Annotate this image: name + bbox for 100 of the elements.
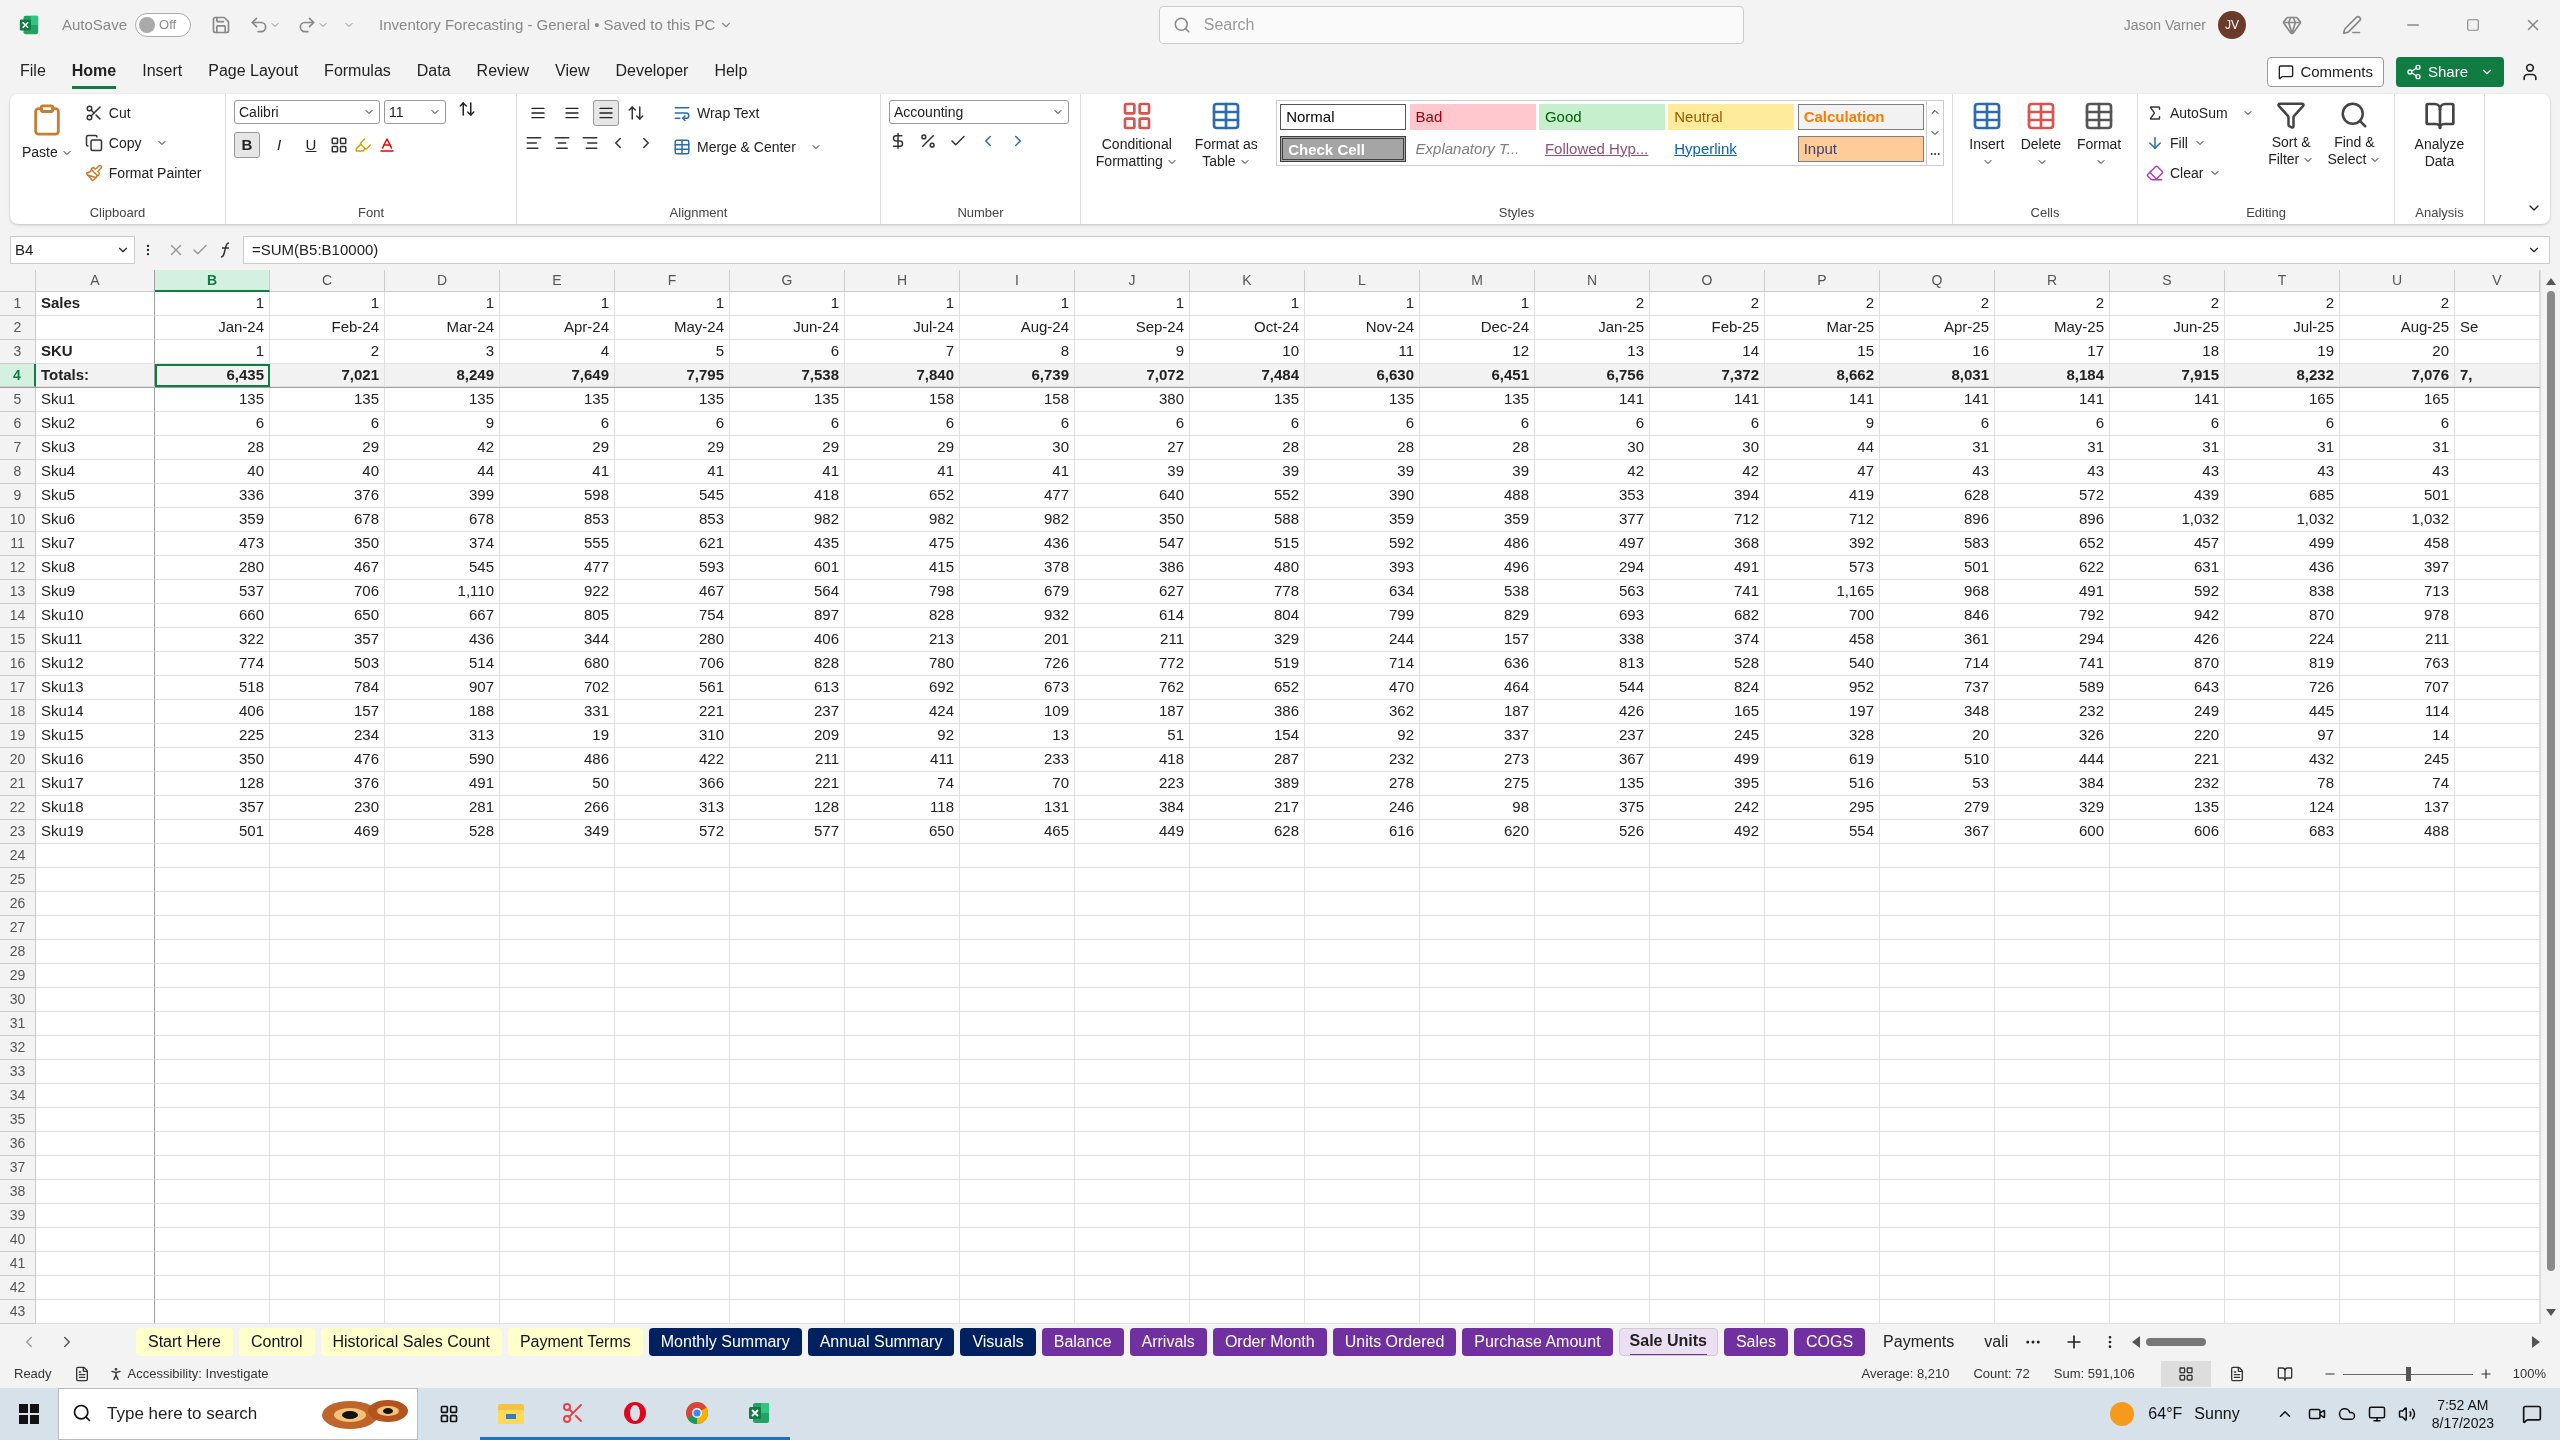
row-header[interactable]: 13 [0, 580, 36, 604]
table-cell[interactable]: 577 [730, 820, 845, 844]
table-cell[interactable]: 41 [960, 460, 1075, 484]
table-cell[interactable]: 9 [1765, 412, 1880, 436]
table-cell[interactable]: Oct-24 [1190, 316, 1305, 340]
sheet-tab[interactable]: Monthly Summary [648, 1328, 802, 1356]
table-cell[interactable]: 197 [1765, 700, 1880, 724]
table-cell[interactable]: 741 [1995, 652, 2110, 676]
normal-view-button[interactable] [2160, 1361, 2211, 1387]
table-cell[interactable]: 31 [1995, 436, 2110, 460]
table-cell[interactable]: 357 [270, 628, 385, 652]
table-cell[interactable]: 386 [1190, 700, 1305, 724]
table-cell[interactable]: 20 [1880, 724, 1995, 748]
table-cell[interactable]: 141 [1535, 388, 1650, 412]
table-cell[interactable]: 78 [2225, 772, 2340, 796]
fill-button[interactable]: Fill [2146, 130, 2254, 156]
menu-tab[interactable]: Insert [142, 55, 183, 89]
table-cell[interactable]: 896 [1995, 508, 2110, 532]
menu-tab[interactable]: Formulas [324, 55, 391, 89]
table-cell[interactable]: 563 [1535, 580, 1650, 604]
table-cell[interactable]: 97 [2225, 724, 2340, 748]
sheet-tab[interactable]: Historical Sales Count [320, 1328, 502, 1356]
table-cell[interactable]: 237 [730, 700, 845, 724]
table-cell[interactable]: Aug-24 [960, 316, 1075, 340]
table-cell[interactable]: 628 [1190, 820, 1305, 844]
zoom-slider[interactable] [2342, 1367, 2473, 1381]
table-cell[interactable]: 280 [615, 628, 730, 652]
column-header[interactable]: C [270, 270, 385, 292]
sheet-tab[interactable]: Arrivals [1129, 1328, 1207, 1356]
table-cell[interactable]: 932 [960, 604, 1075, 628]
table-cell[interactable]: 682 [1650, 604, 1765, 628]
table-cell[interactable]: 367 [1535, 748, 1650, 772]
table-cell[interactable]: 488 [2340, 820, 2455, 844]
table-cell[interactable]: 501 [1880, 556, 1995, 580]
table-cell[interactable]: 6 [2225, 412, 2340, 436]
table-cell[interactable]: 6 [730, 412, 845, 436]
table-cell[interactable]: 384 [1995, 772, 2110, 796]
row-header[interactable]: 26 [0, 892, 36, 916]
table-cell[interactable]: 1,032 [2340, 508, 2455, 532]
table-cell[interactable]: 516 [1765, 772, 1880, 796]
table-cell[interactable]: 1 [960, 292, 1075, 316]
table-cell[interactable]: 600 [1995, 820, 2110, 844]
table-cell[interactable]: 714 [1880, 652, 1995, 676]
cloud-icon[interactable] [2337, 1405, 2356, 1423]
table-cell[interactable]: 390 [1305, 484, 1420, 508]
table-cell[interactable]: 537 [155, 580, 270, 604]
table-cell[interactable]: 31 [2110, 436, 2225, 460]
table-cell[interactable]: 726 [960, 652, 1075, 676]
table-cell[interactable]: 712 [1765, 508, 1880, 532]
column-header[interactable]: L [1305, 270, 1420, 292]
table-cell[interactable]: 496 [1420, 556, 1535, 580]
row-header[interactable]: 24 [0, 844, 36, 868]
menu-tab[interactable]: File [20, 55, 46, 89]
table-cell[interactable]: 7,840 [845, 364, 960, 387]
table-cell[interactable]: Sep-24 [1075, 316, 1190, 340]
table-cell[interactable]: 376 [270, 484, 385, 508]
horizontal-scrollbar[interactable] [2132, 1334, 2540, 1350]
table-cell[interactable]: 131 [960, 796, 1075, 820]
table-cell[interactable]: 518 [155, 676, 270, 700]
table-cell[interactable]: 326 [1995, 724, 2110, 748]
table-cell[interactable]: 853 [615, 508, 730, 532]
table-cell[interactable]: Jan-24 [155, 316, 270, 340]
table-cell[interactable]: 544 [1535, 676, 1650, 700]
table-cell[interactable]: 135 [1305, 388, 1420, 412]
column-header[interactable]: R [1995, 270, 2110, 292]
cell-style-option[interactable]: Bad [1409, 104, 1536, 130]
pen-icon[interactable] [2342, 15, 2362, 35]
table-cell[interactable]: Totals: [36, 364, 155, 387]
table-cell[interactable]: 6 [845, 412, 960, 436]
table-cell[interactable]: 353 [1535, 484, 1650, 508]
table-cell[interactable]: 294 [1535, 556, 1650, 580]
menu-tab[interactable]: Home [71, 55, 117, 89]
table-cell[interactable]: 14 [2340, 724, 2455, 748]
table-cell[interactable]: 213 [845, 628, 960, 652]
sheet-tab[interactable]: COGS [1793, 1328, 1866, 1356]
table-cell[interactable]: 6,630 [1305, 364, 1420, 387]
table-cell[interactable]: 476 [270, 748, 385, 772]
table-cell[interactable]: 501 [2340, 484, 2455, 508]
table-cell[interactable]: May-25 [1995, 316, 2110, 340]
table-cell[interactable]: 465 [960, 820, 1075, 844]
table-cell[interactable]: 217 [1190, 796, 1305, 820]
table-cell[interactable]: 230 [270, 796, 385, 820]
table-cell[interactable]: 828 [845, 604, 960, 628]
table-cell[interactable]: 480 [1190, 556, 1305, 580]
table-cell[interactable]: Sku18 [36, 796, 155, 820]
table-cell[interactable]: 165 [1650, 700, 1765, 724]
table-cell[interactable]: 8,249 [385, 364, 500, 387]
table-cell[interactable]: 601 [730, 556, 845, 580]
table-cell[interactable]: 7,649 [500, 364, 615, 387]
vertical-align-icon[interactable] [593, 100, 619, 126]
table-cell[interactable]: 39 [1190, 460, 1305, 484]
table-cell[interactable]: 8,031 [1880, 364, 1995, 387]
table-cell[interactable]: 187 [1420, 700, 1535, 724]
table-cell[interactable]: 29 [615, 436, 730, 460]
table-cell[interactable]: 376 [270, 772, 385, 796]
table-cell[interactable]: 43 [2225, 460, 2340, 484]
table-cell[interactable]: 540 [1765, 652, 1880, 676]
search-field[interactable]: Search [1158, 6, 1744, 44]
table-cell[interactable]: 636 [1420, 652, 1535, 676]
table-cell[interactable]: 445 [2225, 700, 2340, 724]
